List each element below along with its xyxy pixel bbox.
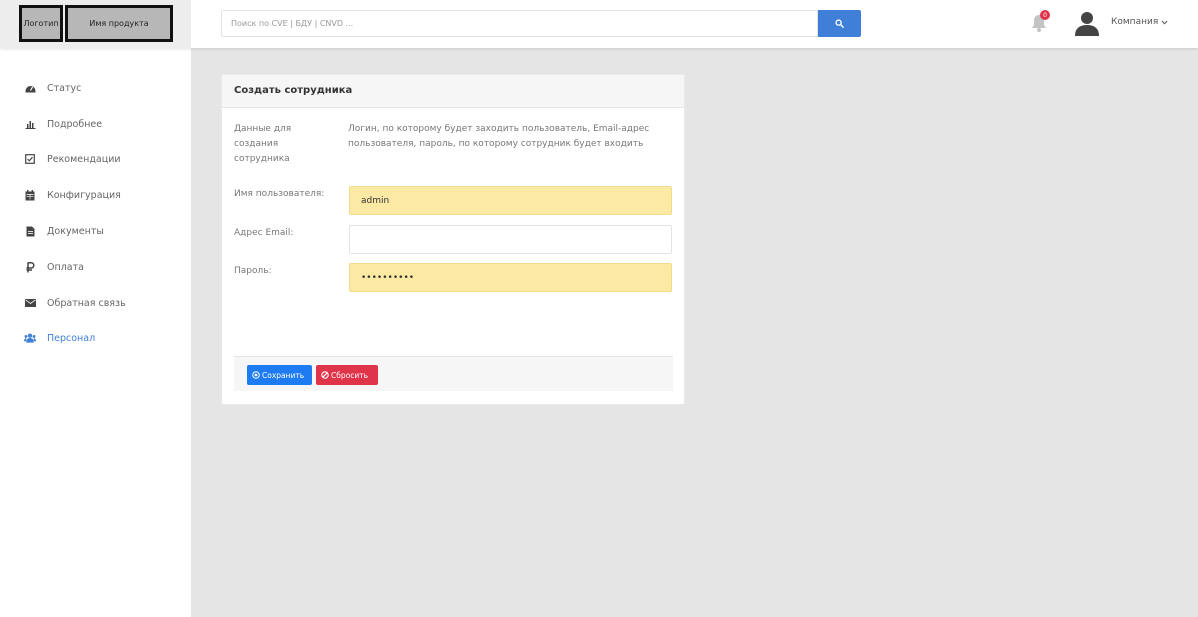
sidebar-item-label: Статус bbox=[47, 82, 82, 94]
password-label: Пароль: bbox=[234, 266, 272, 276]
search-input[interactable] bbox=[221, 10, 818, 37]
logo[interactable]: Логотип bbox=[19, 5, 63, 42]
top-bar: Логотип Имя продукта 0 Компания bbox=[0, 0, 1198, 48]
sidebar: Статус Подробнее Рекомендации Конфигурац… bbox=[0, 48, 191, 617]
username-field[interactable] bbox=[349, 186, 672, 215]
users-icon bbox=[24, 332, 36, 344]
ruble-icon bbox=[24, 261, 36, 273]
search-button[interactable] bbox=[818, 10, 861, 37]
sidebar-item-label: Конфигурация bbox=[47, 189, 121, 201]
envelope-icon bbox=[24, 297, 36, 309]
company-menu[interactable]: Компания bbox=[1111, 17, 1168, 27]
checkbox-icon bbox=[24, 153, 36, 165]
user-icon bbox=[1075, 12, 1099, 36]
sidebar-item-details[interactable]: Подробнее bbox=[0, 112, 191, 136]
save-label: Сохранить bbox=[262, 370, 305, 380]
card-title: Создать сотрудника bbox=[234, 85, 353, 96]
notification-badge: 0 bbox=[1040, 10, 1050, 20]
sidebar-item-label: Оплата bbox=[47, 261, 84, 273]
save-icon bbox=[252, 371, 260, 379]
reset-label: Сбросить bbox=[331, 370, 368, 380]
sidebar-item-feedback[interactable]: Обратная связь bbox=[0, 291, 191, 315]
sidebar-item-recommendations[interactable]: Рекомендации bbox=[0, 147, 191, 171]
form-footer: Сохранить Сбросить bbox=[234, 356, 673, 391]
email-field[interactable] bbox=[349, 225, 672, 254]
user-avatar[interactable] bbox=[1074, 10, 1100, 36]
sidebar-item-status[interactable]: Статус bbox=[0, 76, 191, 100]
password-field[interactable] bbox=[349, 263, 672, 292]
sidebar-item-label: Документы bbox=[47, 225, 104, 237]
company-label: Компания bbox=[1111, 17, 1159, 27]
card-header: Создать сотрудника bbox=[222, 75, 684, 108]
chevron-down-icon bbox=[1161, 20, 1168, 25]
sidebar-item-label: Рекомендации bbox=[47, 153, 121, 165]
email-label: Адрес Email: bbox=[234, 228, 294, 238]
reset-button[interactable]: Сбросить bbox=[316, 365, 378, 385]
sidebar-item-label: Обратная связь bbox=[47, 297, 126, 309]
sidebar-item-label: Подробнее bbox=[47, 118, 103, 130]
brand-area: Логотип Имя продукта bbox=[0, 0, 191, 48]
description-text: Логин, по которому будет заходить пользо… bbox=[348, 124, 650, 149]
sidebar-item-personnel[interactable]: Персонал bbox=[0, 326, 191, 350]
calendar-icon bbox=[24, 189, 36, 201]
search-icon bbox=[835, 19, 844, 28]
description-label: Данные для создания сотрудника bbox=[234, 124, 292, 164]
username-label: Имя пользователя: bbox=[234, 189, 325, 199]
sidebar-item-payment[interactable]: Оплата bbox=[0, 255, 191, 279]
sidebar-item-documents[interactable]: Документы bbox=[0, 219, 191, 243]
sidebar-item-label: Персонал bbox=[47, 332, 96, 344]
product-name[interactable]: Имя продукта bbox=[65, 5, 173, 42]
create-employee-card: Создать сотрудника Данные для создания с… bbox=[221, 74, 685, 405]
dashboard-icon bbox=[24, 82, 36, 94]
save-button[interactable]: Сохранить bbox=[247, 365, 312, 385]
bar-chart-icon bbox=[24, 118, 36, 130]
ban-icon bbox=[321, 371, 329, 379]
sidebar-item-configuration[interactable]: Конфигурация bbox=[0, 183, 191, 207]
document-icon bbox=[24, 225, 36, 237]
